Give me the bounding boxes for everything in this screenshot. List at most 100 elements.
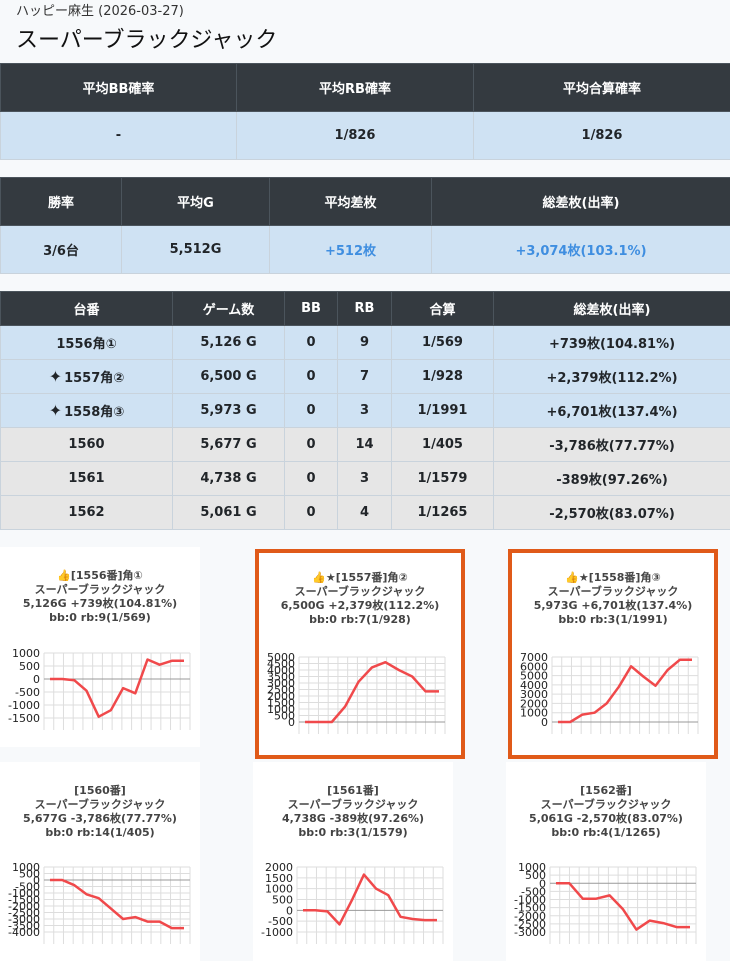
cell-games: 5,677 G	[172, 427, 285, 462]
y-tick-label: -4000	[8, 926, 40, 939]
table-row[interactable]: 1562 5,061 G 0 4 1/1265 -2,570枚(83.07%)	[0, 495, 730, 530]
cell-combined: 1/1579	[391, 461, 494, 496]
cell-text: 6,500 G	[200, 369, 257, 384]
cell-bb: 0	[284, 359, 338, 394]
machine-table: 台番 ゲーム数 BB RB 合算 総差枚(出率) 1556角① 5,126 G 0 9…	[0, 291, 730, 530]
cell-text: 1561	[68, 471, 105, 486]
cell-text: 1/569	[422, 335, 463, 350]
machine-chart-card[interactable]: 👍★[1558番]角③ スーパーブラックジャック 5,973G +6,701枚(13…	[508, 549, 718, 759]
cell-text: 0	[306, 403, 316, 418]
cell-text: 9	[359, 335, 370, 350]
series-line	[556, 882, 690, 931]
cell-text: 5,061 G	[200, 505, 257, 520]
line-chart: 10005000-500-1000-1500-2000-2500-3000-35…	[8, 861, 191, 944]
table-row[interactable]: 1561 4,738 G 0 3 1/1579 -389枚(97.26%)	[0, 461, 730, 496]
cell-no[interactable]: 1556角①	[0, 325, 173, 360]
summary-result-table: 勝率 平均G 平均差枚 総差枚(出率) 3/6台 5,512G +512枚 +3…	[0, 177, 730, 274]
y-tick-label: -1500	[8, 712, 40, 725]
machine-chart-card[interactable]: [1560番] スーパーブラックジャック 5,677G -3,786枚(77.77%…	[0, 762, 200, 961]
y-tick-label: 0	[33, 673, 40, 686]
cell-text: 4	[359, 505, 370, 520]
col-bb: BB	[284, 291, 338, 326]
header-avg-combined: 平均合算確率	[473, 63, 730, 112]
line-chart: 10005000-500-1000-1500-2000-2500-3000	[514, 861, 697, 944]
cell-games: 4,738 G	[172, 461, 285, 496]
cell-no[interactable]: 1562	[0, 495, 173, 530]
cell-bb: 0	[284, 461, 338, 496]
col-games: ゲーム数	[172, 291, 285, 326]
y-tick-label: 0	[288, 716, 295, 729]
cell-rb: 3	[337, 393, 392, 428]
y-tick-label: -3000	[514, 926, 546, 939]
header-avg-rb: 平均RB確率	[236, 63, 474, 112]
y-tick-label: -1000	[261, 926, 293, 939]
sparkle-icon: ✦	[48, 401, 63, 420]
header-total-diff: 総差枚(出率)	[431, 177, 730, 226]
header-win-rate: 勝率	[0, 177, 122, 226]
breadcrumb: ハッピー麻生 (2026-03-27)	[16, 4, 184, 19]
table-row[interactable]: 1560 5,677 G 0 14 1/405 -3,786枚(77.77%)	[0, 427, 730, 462]
machine-chart-card[interactable]: [1562番] スーパーブラックジャック 5,061G -2,570枚(83.07%…	[506, 762, 706, 961]
cell-text: 5,973 G	[200, 403, 257, 418]
cell-text: 1557角②	[64, 371, 125, 386]
cell-text: 7	[359, 369, 370, 384]
col-machine-no: 台番	[0, 291, 173, 326]
value-avg-bb: -	[0, 111, 237, 160]
cell-text: 5,677 G	[200, 437, 257, 452]
cell-text: 1560	[68, 437, 105, 452]
table-row[interactable]: ✦ 1558角③ 5,973 G 0 3 1/1991 +6,701枚(137.4%)	[0, 393, 730, 428]
cell-combined: 1/1265	[391, 495, 494, 530]
value-total-diff: +3,074枚(103.1%)	[431, 225, 730, 274]
cell-rb: 3	[337, 461, 392, 496]
cell-text: 5,126 G	[200, 335, 257, 350]
cell-rb: 7	[337, 359, 392, 394]
y-tick-label: 0	[541, 716, 548, 729]
cell-text: 1/1265	[417, 505, 468, 520]
cell-no[interactable]: 1560	[0, 427, 173, 462]
table-row[interactable]: ✦ 1557角② 6,500 G 0 7 1/928 +2,379枚(112.2%)	[0, 359, 730, 394]
cell-text: 0	[306, 335, 316, 350]
machine-chart-card[interactable]: [1561番] スーパーブラックジャック 4,738G -389枚(97.26%) b…	[253, 762, 453, 961]
value-avg-combined: 1/826	[473, 111, 730, 160]
machine-chart-card[interactable]: 👍[1556番]角① スーパーブラックジャック 5,126G +739枚(104.8…	[0, 547, 200, 747]
page-title: スーパーブラックジャック	[16, 28, 278, 53]
cell-diff: +6,701枚(137.4%)	[493, 393, 730, 428]
cell-text: 1/405	[422, 437, 463, 452]
machine-chart-card[interactable]: 👍★[1557番]角② スーパーブラックジャック 6,500G +2,379枚(11…	[255, 549, 465, 759]
cell-text: +739枚(104.81%)	[548, 337, 676, 352]
cell-text: +6,701枚(137.4%)	[546, 405, 678, 420]
cell-text: 1/1579	[417, 471, 468, 486]
cell-bb: 0	[284, 325, 338, 360]
series-line	[50, 878, 184, 930]
y-tick-label: 500	[19, 660, 40, 673]
y-tick-label: -1000	[8, 699, 40, 712]
cell-text: -2,570枚(83.07%)	[549, 507, 675, 522]
cell-text: 0	[306, 505, 316, 520]
cell-text: 1/928	[422, 369, 463, 384]
cell-text: 3	[359, 403, 370, 418]
value-win-rate: 3/6台	[0, 225, 122, 274]
cell-combined: 1/1991	[391, 393, 494, 428]
cell-no[interactable]: 1561	[0, 461, 173, 496]
col-combined: 合算	[391, 291, 494, 326]
table-row[interactable]: 1556角① 5,126 G 0 9 1/569 +739枚(104.81%)	[0, 325, 730, 360]
cell-combined: 1/569	[391, 325, 494, 360]
col-total-diff: 総差枚(出率)	[493, 291, 730, 326]
y-tick-label: -500	[15, 686, 40, 699]
cell-text: 0	[306, 369, 316, 384]
value-avg-rb: 1/826	[236, 111, 474, 160]
line-chart: 10005000-500-1000-1500	[8, 647, 191, 730]
cell-games: 5,973 G	[172, 393, 285, 428]
cell-rb: 4	[337, 495, 392, 530]
cell-diff: -389枚(97.26%)	[493, 461, 730, 496]
cell-no[interactable]: ✦ 1558角③	[0, 393, 173, 428]
cell-text: -389枚(97.26%)	[556, 473, 668, 488]
cell-diff: +739枚(104.81%)	[493, 325, 730, 360]
cell-bb: 0	[284, 495, 338, 530]
cell-no[interactable]: ✦ 1557角②	[0, 359, 173, 394]
cell-bb: 0	[284, 427, 338, 462]
cell-rb: 9	[337, 325, 392, 360]
summary-probability-table: 平均BB確率 平均RB確率 平均合算確率 - 1/826 1/826	[0, 63, 730, 160]
cell-games: 5,061 G	[172, 495, 285, 530]
cell-combined: 1/405	[391, 427, 494, 462]
